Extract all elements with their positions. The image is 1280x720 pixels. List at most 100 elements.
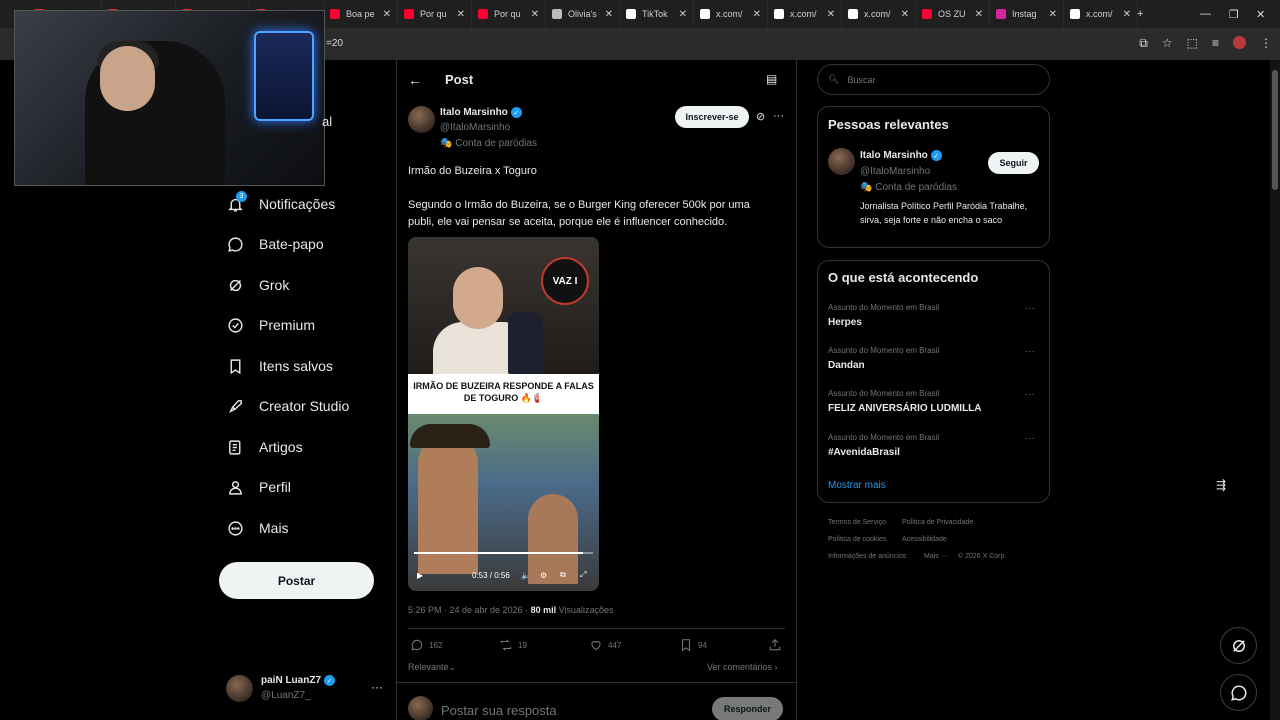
minimize-button[interactable]: — xyxy=(1200,0,1211,28)
tab-close-icon[interactable]: ✕ xyxy=(457,9,465,20)
view-comments-link[interactable]: Ver comentários › xyxy=(707,662,778,672)
messages-fab[interactable] xyxy=(1220,674,1257,711)
show-more-link[interactable]: Mostrar mais xyxy=(828,480,886,491)
fullscreen-icon[interactable]: ⤢ xyxy=(580,570,586,580)
post-actions: 162 19 447 94 xyxy=(410,638,784,654)
post-button[interactable]: Postar xyxy=(219,562,374,599)
account-switcher[interactable]: paiN LuanZ7 ✓ @LuanZ7_ ··· xyxy=(226,673,386,709)
tab-close-icon[interactable]: ✕ xyxy=(679,9,687,20)
volume-icon[interactable]: 🔈 xyxy=(521,571,531,580)
tab-close-icon[interactable]: ✕ xyxy=(605,9,613,20)
browser-tab[interactable]: Instag ✕ xyxy=(990,0,1064,28)
video-player[interactable]: VAZ I IRMÃO DE BUZEIRA RESPONDE A FALAS … xyxy=(408,237,599,591)
video-progress-bar[interactable] xyxy=(414,552,593,554)
tab-close-icon[interactable]: ✕ xyxy=(975,9,983,20)
trend-name[interactable]: FELIZ ANIVERSÁRIO LUDMILLA xyxy=(828,403,982,414)
browser-tab[interactable]: OS ZU ✕ xyxy=(916,0,990,28)
browser-tab[interactable]: x.com/ ✕ xyxy=(1064,0,1138,28)
browser-tab[interactable]: Por qu ✕ xyxy=(398,0,472,28)
reader-mode-icon[interactable]: ▤ xyxy=(766,72,777,86)
close-window-button[interactable]: ✕ xyxy=(1256,0,1265,28)
nav-articles[interactable]: Artigos xyxy=(226,432,303,462)
verified-badge-icon: ✓ xyxy=(930,150,942,161)
trend-name[interactable]: #AvenidaBrasil xyxy=(828,447,900,458)
relevant-name-row[interactable]: Italo Marsinho ✓ xyxy=(860,150,942,161)
maximize-button[interactable]: ❐ xyxy=(1229,0,1239,28)
tab-close-icon[interactable]: ✕ xyxy=(531,9,539,20)
relevant-avatar[interactable] xyxy=(828,148,855,175)
video-person-face xyxy=(453,267,503,329)
repost-action[interactable]: 19 xyxy=(499,638,527,652)
chat-icon xyxy=(226,235,244,253)
back-arrow-icon[interactable]: ← xyxy=(408,72,422,88)
settings-gear-icon[interactable]: ⚙ xyxy=(540,571,547,580)
nav-premium[interactable]: Premium xyxy=(226,310,315,340)
nav-profile[interactable]: Perfil xyxy=(226,472,291,502)
reply-input[interactable]: Postar sua resposta xyxy=(441,703,557,718)
trend-name[interactable]: Dandan xyxy=(828,360,865,371)
nav-more[interactable]: Mais xyxy=(226,513,289,543)
browser-menu-icon[interactable]: ⋮ xyxy=(1260,36,1272,51)
browser-tab[interactable]: x.com/ ✕ xyxy=(768,0,842,28)
scrollbar-thumb[interactable] xyxy=(1272,70,1278,190)
author-name-row[interactable]: Italo Marsinho ✓ xyxy=(440,107,522,118)
bookmark-action[interactable]: 94 xyxy=(679,638,707,652)
extensions-icon[interactable]: ⬚ xyxy=(1187,36,1198,51)
share-action[interactable] xyxy=(768,638,782,652)
pip-icon[interactable]: ⧉ xyxy=(560,570,566,580)
footer-more-link[interactable]: Mais ··· xyxy=(924,553,948,560)
browser-tab[interactable]: TikTok ✕ xyxy=(620,0,694,28)
browser-tab[interactable]: Olivia's ✕ xyxy=(546,0,620,28)
bookmark-star-icon[interactable]: ☆ xyxy=(1162,36,1173,51)
install-app-icon[interactable]: ⧉ xyxy=(1139,36,1148,51)
footer-accessibility-link[interactable]: Acessibilidade xyxy=(902,536,947,543)
profile-avatar-icon[interactable] xyxy=(1233,36,1246,49)
browser-tab[interactable]: x.com/ ✕ xyxy=(694,0,768,28)
url-field[interactable]: =20 xyxy=(326,38,343,49)
grok-fab[interactable] xyxy=(1220,627,1257,664)
reply-icon xyxy=(411,639,423,651)
search-icon: 🔍︎ xyxy=(828,74,840,84)
reply-button[interactable]: Responder xyxy=(712,697,783,720)
post-more-icon[interactable]: ··· xyxy=(773,110,784,122)
subscribe-button[interactable]: Inscrever-se xyxy=(675,106,749,128)
footer-ads-info-link[interactable]: Informações de anúncios xyxy=(828,553,906,560)
author-avatar[interactable] xyxy=(408,106,435,133)
tab-label: OS ZU xyxy=(938,9,966,19)
footer-privacy-link[interactable]: Política de Privacidade xyxy=(902,519,973,526)
translate-icon[interactable]: ⇶ xyxy=(1216,478,1226,492)
tab-close-icon[interactable]: ✕ xyxy=(901,9,909,20)
tab-close-icon[interactable]: ✕ xyxy=(1049,9,1057,20)
play-icon[interactable]: ▶ xyxy=(417,571,423,580)
tab-close-icon[interactable]: ✕ xyxy=(383,9,391,20)
trend-more-icon[interactable]: ··· xyxy=(1025,389,1035,400)
trend-more-icon[interactable]: ··· xyxy=(1025,303,1035,314)
trend-more-icon[interactable]: ··· xyxy=(1025,346,1035,357)
browser-tab[interactable]: x.com/ ✕ xyxy=(842,0,916,28)
tab-close-icon[interactable]: ✕ xyxy=(1123,9,1131,20)
nav-creator-studio[interactable]: Creator Studio xyxy=(226,391,349,421)
reply-action[interactable]: 162 xyxy=(410,638,442,652)
sort-dropdown[interactable]: Relevante⌄ xyxy=(408,662,456,673)
nav-chat[interactable]: Bate-papo xyxy=(226,229,324,259)
nav-grok[interactable]: Grok xyxy=(226,270,289,300)
like-action[interactable]: 447 xyxy=(589,638,621,652)
trend-name[interactable]: Herpes xyxy=(828,317,862,328)
account-more-icon[interactable]: ··· xyxy=(371,680,383,694)
tab-close-icon[interactable]: ✕ xyxy=(827,9,835,20)
trend-more-icon[interactable]: ··· xyxy=(1025,433,1035,444)
new-tab-button[interactable]: + xyxy=(1137,0,1143,28)
grok-explain-icon[interactable]: ⊘ xyxy=(756,110,765,123)
page-scrollbar[interactable] xyxy=(1270,60,1280,720)
footer-cookies-link[interactable]: Política de cookies xyxy=(828,536,886,543)
browser-tab[interactable]: Por qu ✕ xyxy=(472,0,546,28)
author-handle[interactable]: @ItaloMarsinho xyxy=(440,122,510,133)
follow-button[interactable]: Seguir xyxy=(988,152,1039,174)
tab-close-icon[interactable]: ✕ xyxy=(753,9,761,20)
footer-terms-link[interactable]: Termos de Serviço xyxy=(828,519,886,526)
media-icon[interactable]: ≡ xyxy=(1212,36,1219,51)
relevant-handle: @ItaloMarsinho xyxy=(860,166,931,177)
search-input[interactable]: 🔍︎ Buscar xyxy=(817,64,1050,95)
nav-bookmarks[interactable]: Itens salvos xyxy=(226,351,333,381)
browser-tab[interactable]: Boa pe ✕ xyxy=(324,0,398,28)
